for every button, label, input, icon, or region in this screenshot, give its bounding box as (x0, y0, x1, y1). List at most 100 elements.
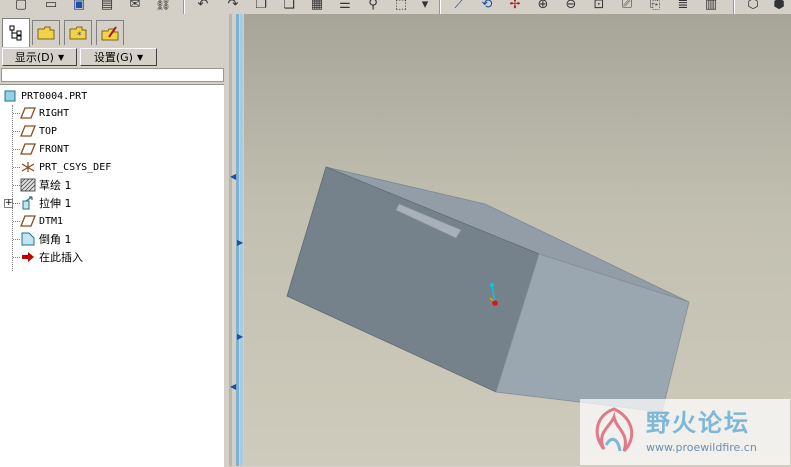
tree-item-csys[interactable]: PRT_CSYS_DEF (20, 158, 111, 176)
insert-arrow-icon (20, 250, 36, 264)
tree-item-front-plane[interactable]: FRONT (20, 140, 69, 158)
navigator-menu-bar: 显示(D) ▼ 设置(G) ▼ (0, 47, 226, 67)
datum-plane-icon (20, 142, 36, 156)
forum-watermark: 野火论坛 www.proewildfire.cn (580, 399, 790, 465)
tree-connector (13, 149, 20, 150)
watermark-url: www.proewildfire.cn (646, 441, 757, 454)
new-file-icon[interactable]: ▢ (12, 0, 30, 13)
main-toolbar: ▢ ▭ ▣ ▤ ✉ ⛓ ↶ ↷ ❐ ❏ ▦ ☰ ⚲ ⬚ ▾ ⟋ ⟲ ✢ ⊕ ⊖ … (0, 0, 791, 14)
tree-item-dtm1[interactable]: DTM1 (20, 212, 63, 230)
navigator-tabs: * (0, 18, 226, 47)
print-icon[interactable]: ▤ (98, 0, 116, 13)
datum-plane-icon (20, 124, 36, 138)
expand-right-icon[interactable]: ▶ (237, 332, 243, 341)
tree-filter-input[interactable] (1, 68, 224, 82)
tree-connector (13, 113, 20, 114)
zoom-out-icon[interactable]: ⊖ (562, 0, 580, 13)
tree-item-extrude[interactable]: 拉伸 1 (20, 194, 72, 212)
saved-views-icon[interactable]: ⎘ (646, 0, 664, 13)
tree-connector (13, 257, 20, 258)
datum-display-icon[interactable]: ⟋ (450, 0, 468, 13)
svg-text:*: * (77, 31, 82, 41)
toolbar-separator (733, 0, 735, 14)
tree-item-insert-here[interactable]: 在此插入 (20, 248, 83, 266)
settings-menu-button[interactable]: 设置(G) ▼ (80, 48, 157, 66)
favorites-icon: * (69, 26, 87, 41)
tree-item-label: 倒角 1 (39, 233, 72, 246)
expand-toggle[interactable]: + (4, 199, 13, 208)
zoom-in-icon[interactable]: ⊕ (534, 0, 552, 13)
send-mail-icon[interactable]: ✉ (126, 0, 144, 13)
find-icon[interactable]: ⚲ (364, 0, 382, 13)
coordinate-system-icon (20, 160, 36, 174)
tree-connector (13, 203, 20, 204)
toolbar-separator (183, 0, 185, 14)
show-menu-button[interactable]: 显示(D) ▼ (2, 48, 77, 66)
datum-plane-icon (20, 214, 36, 228)
tree-item-label: DTM1 (39, 215, 64, 227)
open-folder-icon[interactable]: ▭ (42, 0, 60, 13)
paste-icon[interactable]: ❏ (280, 0, 298, 13)
tree-item-label: TOP (39, 125, 58, 137)
chevron-down-icon: ▼ (136, 52, 144, 62)
tree-item-label: FRONT (39, 143, 70, 155)
sketch-icon (20, 178, 36, 192)
toolbar-separator (439, 0, 441, 14)
wireframe-icon[interactable]: ⬡ (744, 0, 762, 13)
refit-icon[interactable]: ⊡ (590, 0, 608, 13)
tree-item-right-plane[interactable]: RIGHT (20, 104, 69, 122)
tree-item-chamfer[interactable]: 倒角 1 (20, 230, 72, 248)
tree-connector (13, 167, 20, 168)
tree-item-label: 拉伸 1 (39, 197, 72, 210)
chamfer-icon (20, 232, 36, 246)
tab-model-tree[interactable] (2, 18, 30, 47)
view-manager-icon[interactable]: ▥ (702, 0, 720, 13)
connections-icon (101, 26, 119, 41)
settings-menu-label: 设置(G) (93, 51, 133, 64)
tab-folder-browser[interactable] (32, 20, 60, 45)
tree-item-label: PRT0004.PRT (21, 90, 88, 102)
save-icon[interactable]: ▣ (70, 0, 88, 13)
hidden-line-icon[interactable]: ⬢ (770, 0, 788, 13)
flame-logo-icon (595, 407, 634, 453)
tree-item-label: RIGHT (39, 107, 70, 119)
tree-root-part[interactable]: PRT0004.PRT (2, 87, 87, 105)
model-tree-icon (9, 25, 22, 41)
copy-icon[interactable]: ❐ (252, 0, 270, 13)
select-box-icon[interactable]: ⬚ (392, 0, 410, 13)
orient-mode-icon[interactable]: ✢ (506, 0, 524, 13)
part-icon (2, 89, 18, 103)
collapse-left-icon[interactable]: ◀ (230, 172, 236, 181)
undo-icon[interactable]: ↶ (194, 0, 212, 13)
tree-connector (12, 105, 13, 271)
model-tree: PRT0004.PRT RIGHT TOP FRONT PRT_CSYS_DEF… (0, 84, 224, 467)
watermark-title: 野火论坛 (646, 409, 750, 437)
tree-connector (13, 185, 20, 186)
reorient-icon[interactable]: ⎚ (618, 0, 636, 13)
tree-item-label: 草绘 1 (39, 179, 72, 192)
tree-connector (13, 131, 20, 132)
navigator-panel: * 显示(D) ▼ 设置(G) ▼ PRT0004.PRT RIGHT TOP … (0, 14, 226, 467)
layers-icon[interactable]: ≣ (674, 0, 692, 13)
collapse-left-icon[interactable]: ◀ (230, 382, 236, 391)
sash-grip (229, 14, 232, 466)
paste-special-icon[interactable]: ▦ (308, 0, 326, 13)
tree-connector (13, 221, 20, 222)
tree-item-label: PRT_CSYS_DEF (39, 161, 112, 173)
spin-center-icon[interactable]: ⟲ (478, 0, 496, 13)
tab-connections[interactable] (96, 20, 124, 45)
chevron-down-icon: ▼ (57, 52, 65, 62)
tree-item-sketch[interactable]: 草绘 1 (20, 176, 72, 194)
select-dropdown-icon[interactable]: ▾ (416, 0, 434, 13)
redo-icon[interactable]: ↷ (224, 0, 242, 13)
tree-connector (13, 239, 20, 240)
tab-favorites[interactable]: * (64, 20, 92, 45)
expand-right-icon[interactable]: ▶ (237, 238, 243, 247)
datum-plane-icon (20, 106, 36, 120)
link-icon[interactable]: ⛓ (154, 0, 172, 13)
folder-icon (37, 26, 55, 40)
extrude-icon (20, 196, 36, 210)
regenerate-icon[interactable]: ☰ (336, 0, 354, 13)
tree-item-top-plane[interactable]: TOP (20, 122, 57, 140)
panel-sash[interactable]: ◀ ▶ ▶ ◀ (226, 14, 244, 466)
